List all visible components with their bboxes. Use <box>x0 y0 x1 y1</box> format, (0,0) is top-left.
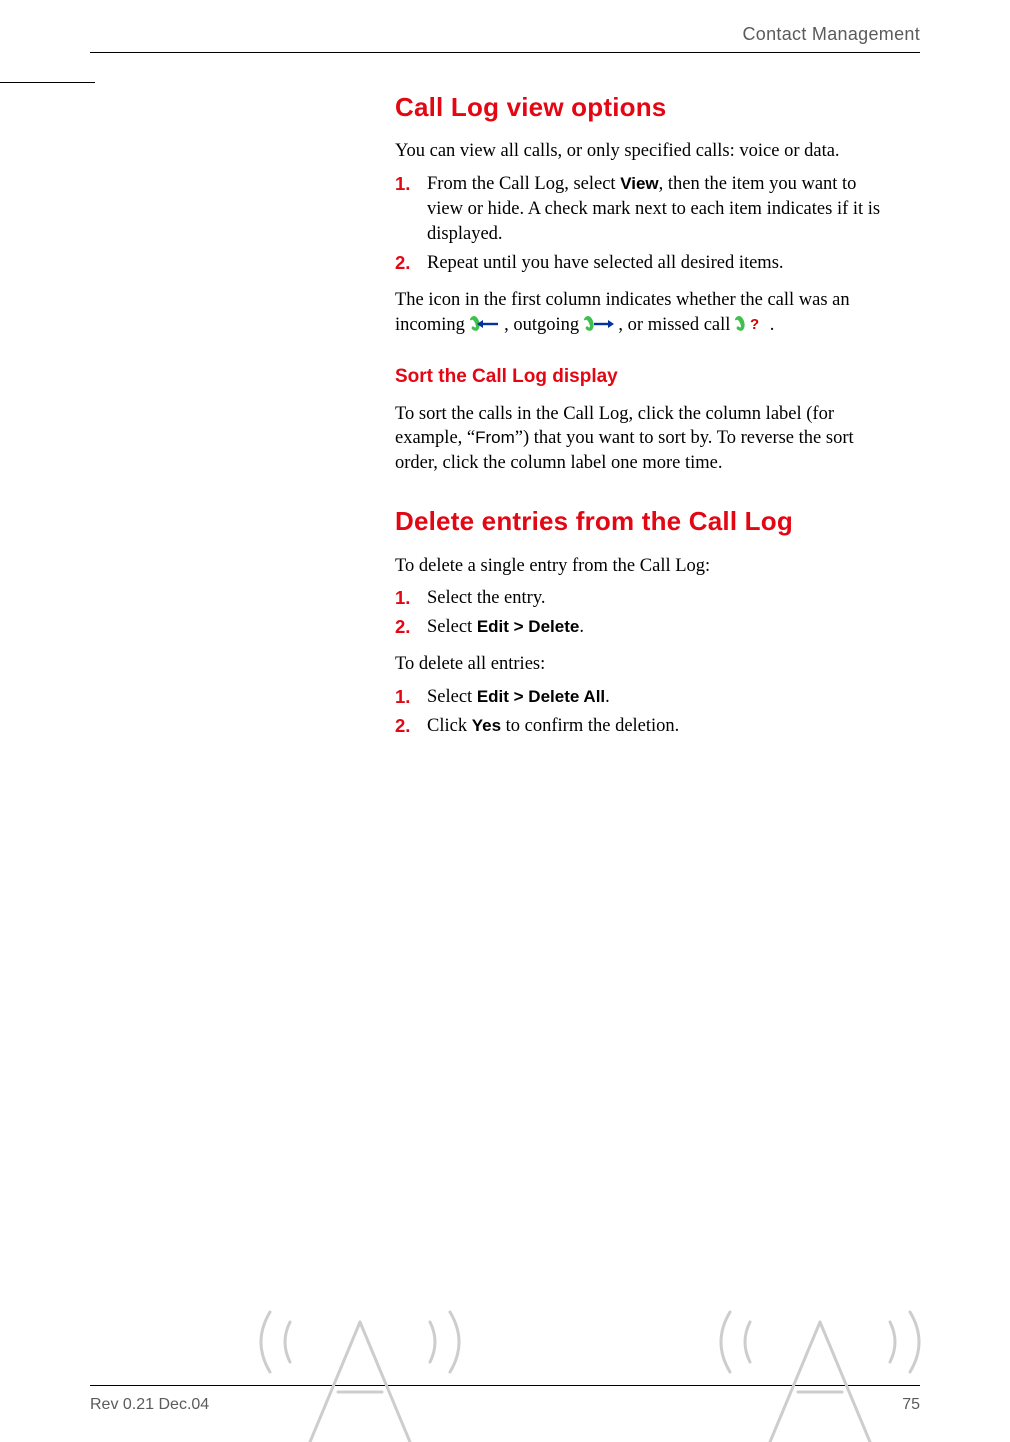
step: 2. Select Edit > Delete. <box>395 615 895 640</box>
margin-tick <box>0 82 95 83</box>
step-body: Select the entry. <box>427 586 895 611</box>
ui-button-yes: Yes <box>472 716 501 735</box>
step-number: 1. <box>395 586 427 611</box>
ui-menu-edit-delete: Edit > Delete <box>477 617 580 636</box>
step-number: 2. <box>395 615 427 640</box>
paragraph: To delete a single entry from the Call L… <box>395 554 895 579</box>
missed-call-icon: ? <box>735 315 765 333</box>
text-run: to confirm the deletion. <box>501 716 679 736</box>
step-number: 2. <box>395 714 427 739</box>
step-body: From the Call Log, select View, then the… <box>427 172 895 247</box>
paragraph: To sort the calls in the Call Log, click… <box>395 402 895 477</box>
text-run: . <box>579 617 584 637</box>
ui-label-from: From <box>475 428 515 447</box>
step-body: Repeat until you have selected all desir… <box>427 251 895 276</box>
text-run: . <box>770 315 775 335</box>
watermark-antenna-icon <box>230 1302 490 1442</box>
ui-menu-edit-delete-all: Edit > Delete All <box>477 687 605 706</box>
text-run: . <box>605 687 610 707</box>
ui-label-view: View <box>620 174 658 193</box>
step: 2. Click Yes to confirm the deletion. <box>395 714 895 739</box>
running-header: Contact Management <box>743 24 921 45</box>
step-body: Select Edit > Delete All. <box>427 685 895 710</box>
footer-page-number: 75 <box>902 1396 920 1414</box>
step-number: 1. <box>395 172 427 247</box>
step-body: Select Edit > Delete. <box>427 615 895 640</box>
outgoing-call-icon <box>584 315 614 333</box>
text-run: Click <box>427 716 472 736</box>
heading-delete-entries: Delete entries from the Call Log <box>395 504 895 539</box>
footer-rule <box>90 1385 920 1386</box>
step: 2. Repeat until you have selected all de… <box>395 251 895 276</box>
document-page: Contact Management Call Log view options… <box>0 0 1010 1442</box>
svg-text:?: ? <box>750 316 759 333</box>
text-run: Select <box>427 617 477 637</box>
footer-revision: Rev 0.21 Dec.04 <box>90 1396 209 1414</box>
step: 1. Select Edit > Delete All. <box>395 685 895 710</box>
header-rule <box>90 52 920 53</box>
step-number: 1. <box>395 685 427 710</box>
heading-call-log-view-options: Call Log view options <box>395 90 895 125</box>
incoming-call-icon <box>470 315 500 333</box>
text-run: , outgoing <box>504 315 584 335</box>
heading-sort-call-log: Sort the Call Log display <box>395 364 895 390</box>
paragraph: The icon in the first column indicates w… <box>395 288 895 338</box>
text-run: , or missed call <box>618 315 735 335</box>
text-run: From the Call Log, select <box>427 174 620 194</box>
content-column: Call Log view options You can view all c… <box>395 72 895 743</box>
step: 1. Select the entry. <box>395 586 895 611</box>
paragraph: You can view all calls, or only specifie… <box>395 139 895 164</box>
step-body: Click Yes to confirm the deletion. <box>427 714 895 739</box>
watermark-antenna-icon <box>690 1302 950 1442</box>
step: 1. From the Call Log, select View, then … <box>395 172 895 247</box>
text-run: Select <box>427 687 477 707</box>
step-number: 2. <box>395 251 427 276</box>
paragraph: To delete all entries: <box>395 652 895 677</box>
